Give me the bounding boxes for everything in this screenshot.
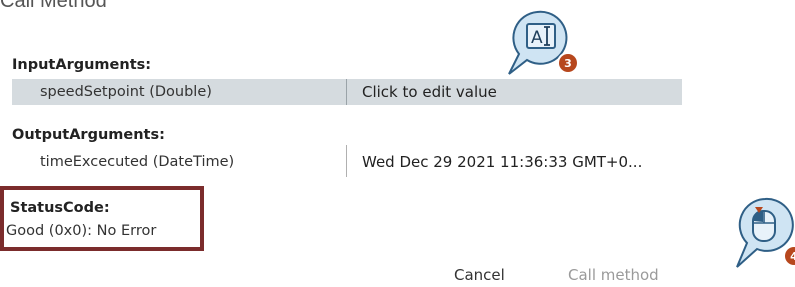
input-argument-name: speedSetpoint (Double) — [40, 84, 212, 100]
output-arguments-heading: OutputArguments: — [12, 127, 165, 143]
column-divider — [346, 79, 347, 105]
mouse-click-callout: 4 — [733, 195, 795, 275]
output-argument-value: Wed Dec 29 2021 11:36:33 GMT+0... — [362, 153, 643, 171]
output-argument-row: timeExcecuted (DateTime) Wed Dec 29 2021… — [12, 145, 682, 177]
dialog-title: Call Method — [0, 0, 107, 12]
status-code-heading: StatusCode: — [10, 200, 110, 216]
cancel-button[interactable]: Cancel — [454, 266, 505, 284]
step-badge-3: 3 — [559, 54, 577, 72]
output-argument-name: timeExcecuted (DateTime) — [40, 154, 235, 170]
column-divider — [346, 145, 347, 177]
status-code-value: Good (0x0): No Error — [6, 223, 157, 239]
input-arguments-heading: InputArguments: — [12, 57, 152, 73]
status-code-highlight — [0, 186, 204, 251]
call-method-button[interactable]: Call method — [568, 266, 659, 284]
mouse-left-click-icon — [736, 197, 794, 268]
svg-text:A: A — [531, 28, 543, 48]
text-cursor-icon: A — [508, 10, 568, 75]
text-cursor-callout: A 3 — [503, 6, 583, 86]
input-argument-value-field[interactable]: Click to edit value — [362, 83, 497, 101]
